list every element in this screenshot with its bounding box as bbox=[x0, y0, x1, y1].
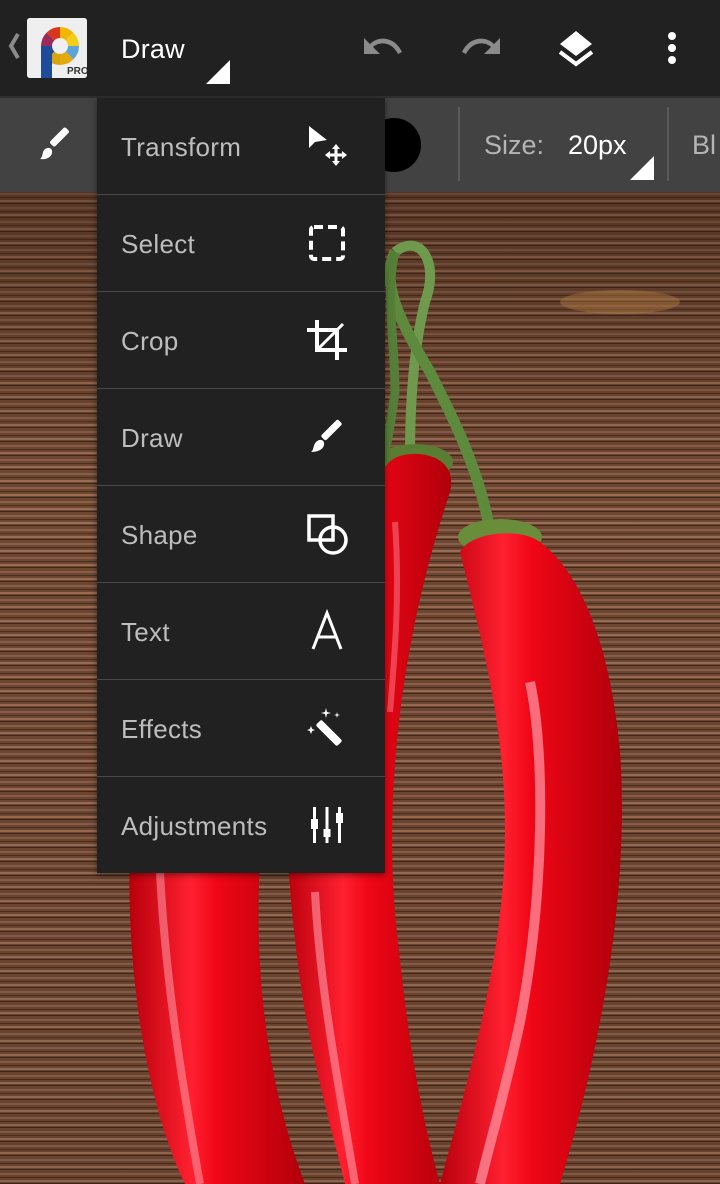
undo-button[interactable] bbox=[360, 24, 408, 72]
brush-icon bbox=[303, 413, 351, 461]
text-a-icon bbox=[303, 607, 351, 655]
blend-label[interactable]: Bl bbox=[692, 126, 716, 164]
magic-wand-icon bbox=[303, 704, 351, 752]
logo-pro-badge: PRO bbox=[67, 66, 87, 77]
crop-icon bbox=[303, 316, 351, 364]
menu-item-label: Effects bbox=[121, 714, 203, 744]
menu-item-label: Shape bbox=[121, 520, 198, 550]
tool-menu: Transform Select Crop Draw Shape Text Ef… bbox=[97, 98, 385, 873]
menu-item-shape[interactable]: Shape bbox=[97, 486, 385, 583]
brush-icon bbox=[40, 127, 69, 160]
menu-item-label: Text bbox=[121, 617, 170, 647]
more-vertical-icon bbox=[668, 32, 676, 64]
overflow-menu-button[interactable] bbox=[648, 24, 696, 72]
redo-button[interactable] bbox=[456, 24, 504, 72]
menu-item-effects[interactable]: Effects bbox=[97, 680, 385, 777]
menu-item-text[interactable]: Text bbox=[97, 583, 385, 680]
dashed-selection-icon bbox=[303, 219, 351, 267]
toolbar-separator bbox=[667, 107, 669, 181]
toolbar-separator bbox=[458, 107, 460, 181]
shape-square-circle-icon bbox=[303, 510, 351, 558]
size-value[interactable]: 20px bbox=[568, 126, 627, 164]
undo-icon bbox=[364, 38, 402, 54]
sliders-icon bbox=[303, 801, 351, 849]
menu-item-draw[interactable]: Draw bbox=[97, 389, 385, 486]
chevron-left-icon[interactable] bbox=[6, 30, 22, 62]
dropdown-corner-icon[interactable] bbox=[630, 156, 654, 180]
brush-settings-button[interactable] bbox=[32, 120, 80, 168]
menu-item-label: Transform bbox=[121, 132, 242, 162]
app-logo[interactable]: PRO bbox=[27, 18, 87, 78]
menu-item-select[interactable]: Select bbox=[97, 195, 385, 292]
transform-move-icon bbox=[303, 122, 351, 170]
dropdown-corner-icon[interactable] bbox=[206, 60, 230, 84]
redo-icon bbox=[462, 38, 500, 54]
app-bar: PRO Draw bbox=[0, 0, 720, 96]
menu-item-transform[interactable]: Transform bbox=[97, 98, 385, 195]
menu-item-label: Adjustments bbox=[121, 811, 268, 841]
mode-title[interactable]: Draw bbox=[121, 30, 185, 68]
menu-item-label: Select bbox=[121, 229, 196, 259]
menu-item-crop[interactable]: Crop bbox=[97, 292, 385, 389]
menu-item-label: Crop bbox=[121, 326, 179, 356]
logo-icon: PRO bbox=[27, 18, 87, 78]
menu-item-label: Draw bbox=[121, 423, 183, 453]
layers-icon bbox=[558, 31, 594, 67]
size-label: Size: bbox=[484, 130, 545, 160]
menu-item-adjustments[interactable]: Adjustments bbox=[97, 777, 385, 873]
layers-button[interactable] bbox=[552, 24, 600, 72]
